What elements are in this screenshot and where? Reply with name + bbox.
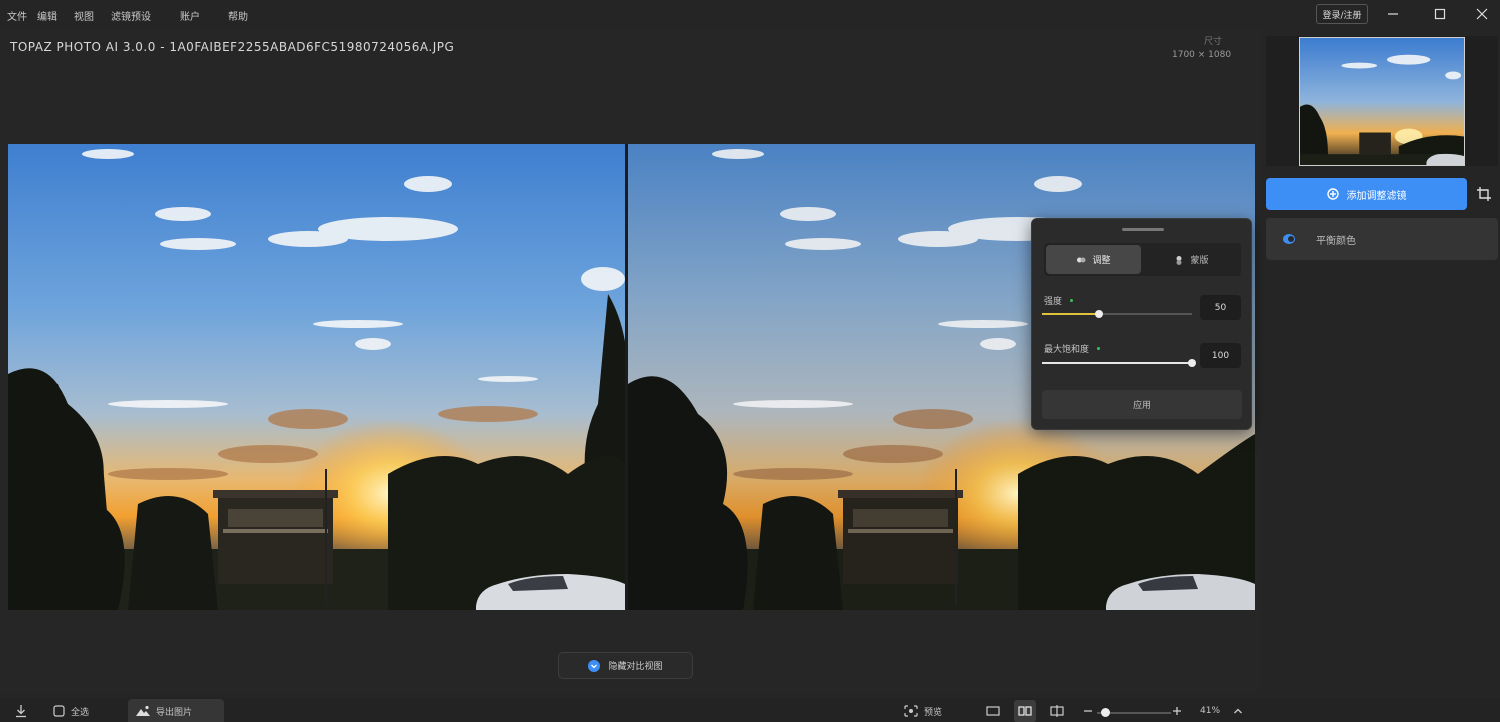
strength-slider-fill <box>1042 313 1099 315</box>
crop-button[interactable] <box>1474 184 1494 204</box>
menu-view[interactable]: 视图 <box>74 8 94 23</box>
split-view-button[interactable] <box>1046 700 1068 722</box>
preview-icon <box>904 705 918 717</box>
download-icon <box>16 705 26 718</box>
single-view-icon <box>986 706 1000 716</box>
select-all-toggle[interactable]: 全选 <box>53 700 89 722</box>
adjustment-panel: 调整 蒙版 强度 50 最大饱和度 100 应用 <box>1031 218 1252 430</box>
minus-icon <box>1084 710 1092 712</box>
max-saturation-label: 最大饱和度 <box>1044 342 1101 355</box>
zoom-level[interactable]: 41% <box>1200 700 1220 722</box>
strength-label: 强度 <box>1044 294 1074 307</box>
maximize-button[interactable] <box>1425 4 1455 24</box>
strength-label-text: 强度 <box>1044 297 1063 307</box>
preview-button[interactable]: 预览 <box>904 700 942 722</box>
tab-adjust[interactable]: 调整 <box>1046 245 1141 274</box>
image-chip-content: 导出图片 <box>136 700 192 722</box>
zoom-out-button[interactable] <box>1083 700 1093 722</box>
checkbox-icon <box>53 705 65 717</box>
panel-tabs: 调整 蒙版 <box>1044 243 1241 276</box>
close-button[interactable] <box>1467 4 1497 24</box>
split-view-icon <box>1050 705 1064 717</box>
download-button[interactable] <box>14 700 28 722</box>
strength-slider-knob[interactable] <box>1095 310 1103 318</box>
dimensions-label: 尺寸 <box>1204 37 1223 47</box>
close-icon <box>1476 8 1488 20</box>
image-chip-label: 导出图片 <box>156 707 193 718</box>
expand-button[interactable] <box>1233 700 1243 722</box>
sliders-icon <box>1077 257 1086 262</box>
panel-drag-handle[interactable] <box>1122 228 1164 231</box>
minimize-button[interactable] <box>1378 4 1408 24</box>
balance-color-button[interactable]: 平衡颜色 <box>1266 218 1498 260</box>
tab-mask[interactable]: 蒙版 <box>1144 245 1239 274</box>
menu-presets[interactable]: 滤镜预设 <box>111 8 151 23</box>
photo-before[interactable] <box>8 144 625 610</box>
tab-mask-label: 蒙版 <box>1190 256 1209 266</box>
modified-indicator <box>1070 299 1074 302</box>
menu-account[interactable]: 账户 <box>180 8 200 23</box>
add-filter-icon <box>1326 188 1339 200</box>
menu-help[interactable]: 帮助 <box>228 8 248 23</box>
menu-bar <box>0 0 1500 28</box>
menu-file[interactable]: 文件 <box>7 8 27 23</box>
sign-in-button[interactable]: 登录/注册 <box>1316 4 1368 24</box>
plus-icon <box>1173 707 1181 715</box>
select-all-label: 全选 <box>71 707 90 718</box>
apply-button[interactable]: 应用 <box>1042 390 1242 419</box>
tab-adjust-label: 调整 <box>1092 256 1111 266</box>
image-icon <box>136 705 150 716</box>
color-balance-icon <box>1283 234 1295 244</box>
strength-value[interactable]: 50 <box>1200 295 1241 320</box>
zoom-in-button[interactable] <box>1172 700 1182 722</box>
crop-icon <box>1477 187 1491 201</box>
thumbnail-image <box>1300 38 1464 165</box>
balance-color-label: 平衡颜色 <box>1316 235 1356 247</box>
max-saturation-slider-fill <box>1042 362 1192 364</box>
chevron-down-circle-icon <box>588 659 601 672</box>
chevron-up-icon <box>1234 708 1242 714</box>
add-adjustment-label: 添加调整滤镜 <box>1346 190 1407 202</box>
add-adjustment-button[interactable]: 添加调整滤镜 <box>1266 178 1467 210</box>
side-by-side-view-button[interactable] <box>1014 700 1036 722</box>
single-view-button[interactable] <box>982 700 1004 722</box>
status-bar <box>0 698 1500 722</box>
file-title: TOPAZ PHOTO AI 3.0.0 - 1A0FAIBEF2255ABAD… <box>10 40 455 54</box>
hide-compare-button[interactable]: 隐藏对比视图 <box>558 652 693 679</box>
hide-compare-label: 隐藏对比视图 <box>608 662 663 672</box>
max-saturation-value[interactable]: 100 <box>1200 343 1241 368</box>
max-saturation-slider-knob[interactable] <box>1188 359 1196 367</box>
side-by-side-icon <box>1018 706 1032 716</box>
max-saturation-label-text: 最大饱和度 <box>1044 345 1090 355</box>
minimize-icon <box>1388 13 1398 15</box>
maximize-icon <box>1434 8 1446 20</box>
sunset-photo-before <box>8 144 625 610</box>
mask-icon <box>1176 255 1182 265</box>
modified-indicator <box>1097 347 1101 350</box>
image-dimensions: 1700 × 1080 <box>1172 50 1232 60</box>
zoom-slider-knob[interactable] <box>1101 708 1110 717</box>
preview-label: 预览 <box>924 707 943 718</box>
navigator-thumbnail[interactable] <box>1299 37 1465 166</box>
menu-edit[interactable]: 编辑 <box>37 8 57 23</box>
